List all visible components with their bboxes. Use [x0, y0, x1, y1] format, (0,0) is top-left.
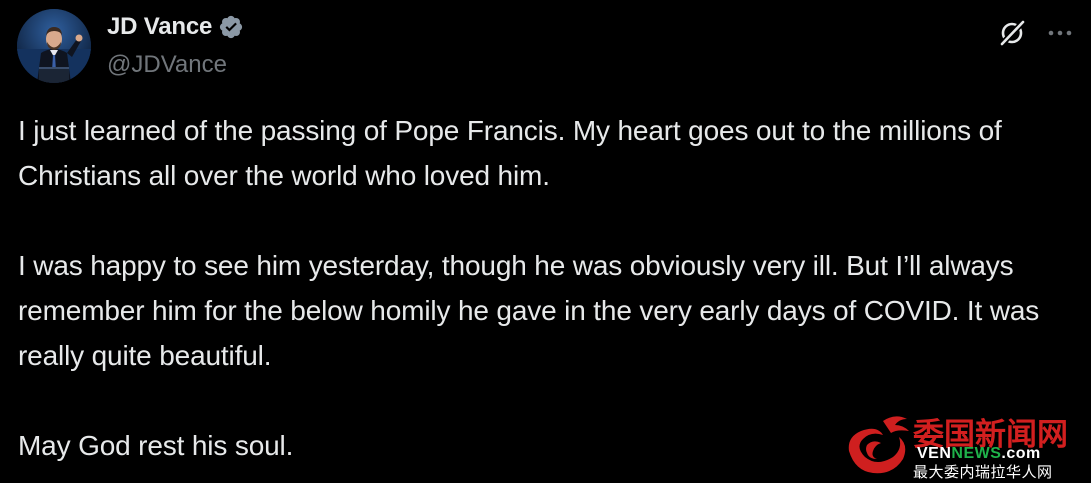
watermark: 委国新闻网 VENNEWS.com 最大委内瑞拉华人网 [843, 409, 1085, 481]
post-header: JD Vance @JDVance [16, 8, 1075, 84]
post-author: JD Vance @JDVance [107, 12, 244, 79]
watermark-logo-icon [848, 416, 909, 474]
grok-icon[interactable] [997, 18, 1027, 48]
avatar[interactable] [17, 9, 91, 83]
more-icon[interactable] [1045, 18, 1075, 48]
watermark-subtitle: 最大委内瑞拉华人网 [913, 464, 1053, 481]
author-handle[interactable]: @JDVance [107, 51, 244, 79]
post-header-actions [997, 18, 1075, 48]
watermark-url-suffix: .com [1001, 445, 1041, 462]
post-paragraph: I was happy to see him yesterday, though… [18, 250, 1040, 371]
watermark-url-prefix: VEN [917, 445, 952, 462]
author-display-name[interactable]: JD Vance [107, 13, 212, 41]
watermark-url-news: NEWS [951, 445, 1002, 462]
avatar-photo [17, 9, 91, 83]
post-paragraph: I just learned of the passing of Pope Fr… [18, 115, 1002, 191]
verified-badge-icon[interactable] [218, 14, 244, 40]
author-name-row: JD Vance [107, 12, 244, 42]
